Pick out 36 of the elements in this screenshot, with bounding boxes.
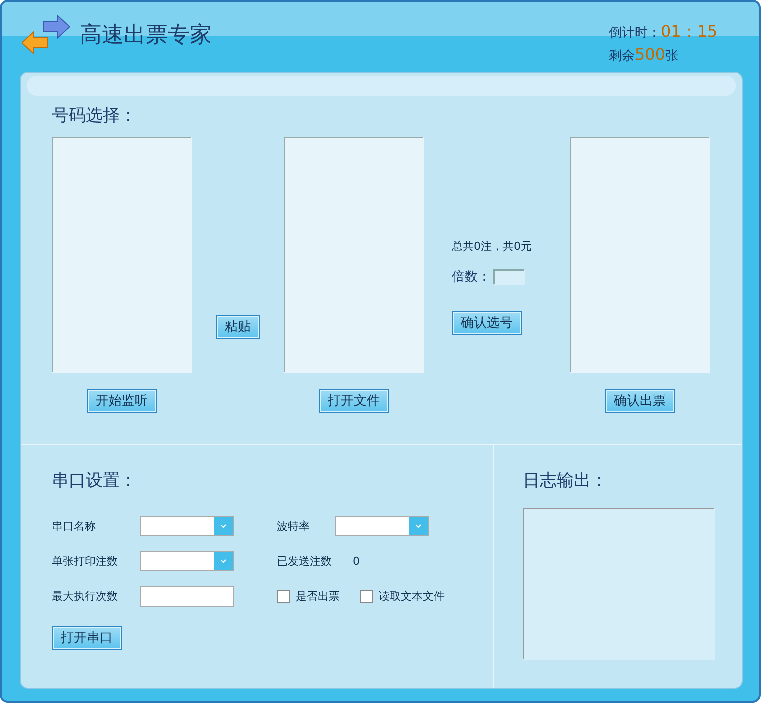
app-title: 高速出票专家 xyxy=(80,22,212,50)
field-label: 波特率 xyxy=(277,518,311,534)
open-file-button[interactable]: 打开文件 xyxy=(319,389,389,413)
checkbox[interactable] xyxy=(360,590,373,603)
multiplier-label: 倍数： xyxy=(452,269,491,286)
remaining-unit: 张 xyxy=(666,48,679,65)
countdown-label: 倒计时： xyxy=(609,25,661,42)
chevron-down-icon xyxy=(220,558,227,564)
multiplier-field[interactable] xyxy=(493,269,525,285)
confirm-ticket-button[interactable]: 确认出票 xyxy=(605,389,675,413)
checkbox-label: 读取文本文件 xyxy=(379,589,445,604)
countdown-time: 01：15 xyxy=(661,22,718,43)
dropdown[interactable] xyxy=(140,551,234,571)
paste-button[interactable]: 粘贴 xyxy=(216,315,260,339)
start-listen-button[interactable]: 开始监听 xyxy=(87,389,157,413)
section-heading: 日志输出： xyxy=(523,470,609,492)
confirm-select-button[interactable]: 确认选号 xyxy=(452,311,522,335)
total-text: 总共0注，共0元 xyxy=(452,239,532,254)
field-label: 串口名称 xyxy=(52,518,97,534)
field-label: 单张打印注数 xyxy=(52,554,119,568)
sent-count: 0 xyxy=(352,554,361,568)
input-field[interactable] xyxy=(140,586,234,607)
checkbox-label: 是否出票 xyxy=(296,589,340,604)
section-heading: 串口设置： xyxy=(52,470,138,492)
dropdown[interactable] xyxy=(335,516,429,536)
field-label: 已发送注数 xyxy=(277,554,333,568)
swap-arrows-icon xyxy=(22,14,70,56)
section-heading: 号码选择： xyxy=(52,105,138,127)
checkbox[interactable] xyxy=(277,590,290,603)
open-port-button[interactable]: 打开串口 xyxy=(52,626,122,650)
field-label: 最大执行次数 xyxy=(52,589,119,604)
remaining-label: 剩余 xyxy=(609,48,635,65)
remaining-count: 500 xyxy=(635,45,666,64)
chevron-down-icon xyxy=(415,524,422,528)
dropdown[interactable] xyxy=(140,516,234,536)
chevron-down-icon xyxy=(220,524,227,528)
